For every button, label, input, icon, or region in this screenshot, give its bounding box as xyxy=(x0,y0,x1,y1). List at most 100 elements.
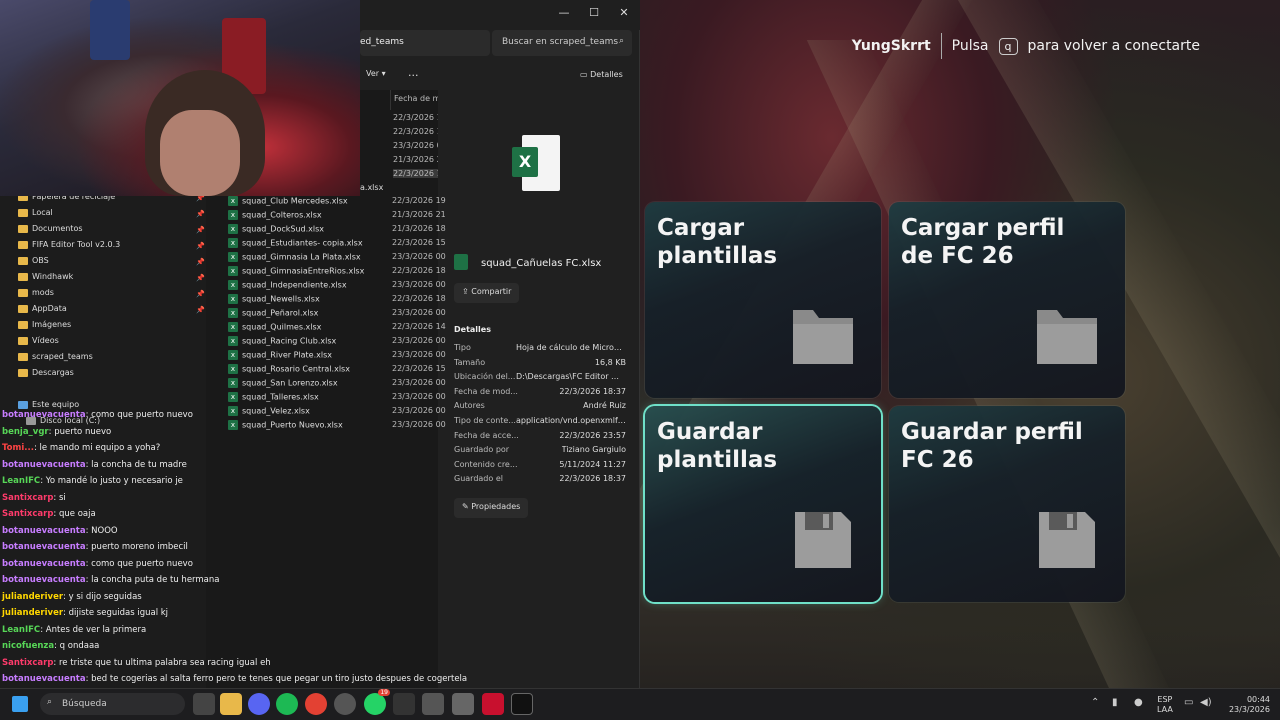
folder-icon xyxy=(18,320,28,329)
folder-icon xyxy=(18,224,28,233)
usb-icon[interactable]: ▮ xyxy=(1112,697,1118,708)
microphone-icon[interactable]: ● xyxy=(1134,697,1143,708)
chat-message: botanuevacuenta: puerto moreno imbecil xyxy=(2,542,188,552)
nav-item-label: scraped_teams xyxy=(32,352,93,361)
gamertag: YungSkrrt xyxy=(851,38,931,54)
file-row[interactable]: x squad_Newells.xlsx 22/3/2026 18 xyxy=(228,294,638,308)
file-date: 21/3/2026 21 xyxy=(392,210,446,219)
nav-item[interactable]: Documentos xyxy=(18,224,83,238)
nav-item[interactable]: scraped_teams xyxy=(18,352,93,366)
chat-text: NOOO xyxy=(91,525,118,536)
taskbar-search[interactable]: ⌕ Búsqueda xyxy=(40,693,185,715)
nav-item-label: Imágenes xyxy=(32,320,72,329)
reconnect-key[interactable]: q xyxy=(998,37,1018,55)
file-row[interactable]: x squad_Quilmes.xlsx 22/3/2026 14 xyxy=(228,322,638,336)
chat-message: julianderiver: y si dijo seguidas xyxy=(2,591,142,602)
excel-file-icon: x xyxy=(228,280,238,290)
detail-row: Fecha de mod... 22/3/2026 18:37 xyxy=(454,387,626,401)
nav-item[interactable]: mods xyxy=(18,288,54,302)
nav-item[interactable]: Vídeos xyxy=(18,336,59,350)
file-date[interactable]: 23/3/2026 00 xyxy=(393,141,438,150)
column-header-date[interactable]: Fecha de mo xyxy=(390,90,438,110)
file-date[interactable]: 22/3/2026 18 xyxy=(393,169,438,178)
excel-file-icon: x xyxy=(228,252,238,262)
start-button[interactable] xyxy=(12,696,28,712)
excel-file-icon: x xyxy=(228,210,238,220)
nav-item[interactable]: OBS xyxy=(18,256,49,270)
volume-icon[interactable]: ◀) xyxy=(1200,697,1212,708)
explorer-titlebar[interactable]: — ☐ ✕ xyxy=(360,0,640,30)
file-row[interactable]: x squad_Peñarol.xlsx 23/3/2026 00 xyxy=(228,308,638,322)
file-row[interactable]: x squad_DockSud.xlsx 21/3/2026 18 xyxy=(228,224,638,238)
file-name: squad_Newells.xlsx xyxy=(242,294,320,304)
detail-value: 16,8 KB xyxy=(594,357,626,367)
terminal-icon[interactable] xyxy=(393,693,415,715)
view-menu-button[interactable]: Ver ▾ xyxy=(366,69,386,78)
maximize-icon[interactable]: ☐ xyxy=(584,6,604,22)
nav-item[interactable]: Windhawk xyxy=(18,272,73,286)
chat-message: LeanIFC: Yo mandé lo justo y necesario j… xyxy=(2,476,183,486)
save-profile-tile[interactable]: Guardar perfil FC 26 xyxy=(889,406,1125,602)
nav-item[interactable]: Local xyxy=(18,208,53,222)
task-view-icon[interactable] xyxy=(193,693,215,715)
save-squads-tile[interactable]: Guardar plantillas xyxy=(645,406,881,602)
file-name[interactable]: a.xlsx xyxy=(360,183,383,192)
folder-icon xyxy=(18,240,28,249)
file-date: 23/3/2026 00 xyxy=(392,350,446,359)
chrome-icon[interactable] xyxy=(305,693,327,715)
file-row[interactable]: x squad_Independiente.xlsx 23/3/2026 00 xyxy=(228,280,638,294)
file-date[interactable]: 22/3/2026 19 xyxy=(393,127,438,136)
share-button[interactable]: ⇪ Compartir xyxy=(454,283,520,303)
app-icon[interactable] xyxy=(452,693,474,715)
whatsapp-icon[interactable]: 19 xyxy=(364,689,390,715)
details-toggle-button[interactable]: ▭ Detalles xyxy=(580,70,623,79)
minimize-icon[interactable]: — xyxy=(554,6,574,22)
file-row[interactable]: x squad_Club Mercedes.xlsx 22/3/2026 19 xyxy=(228,196,638,210)
chat-username: botanuevacuenta xyxy=(2,525,86,536)
app-mm-icon[interactable] xyxy=(482,693,504,715)
address-bar[interactable]: ed_teams xyxy=(360,30,490,56)
wrench-icon: ✎ xyxy=(462,502,472,511)
file-row[interactable]: x squad_Estudiantes- copia.xlsx 22/3/2026 … xyxy=(228,238,638,252)
divider xyxy=(940,33,942,59)
discord-icon[interactable] xyxy=(248,693,270,715)
detail-key: Tipo de conte... xyxy=(454,416,516,425)
more-options-button[interactable]: ... xyxy=(408,66,419,79)
file-name: squad_Racing Club.xlsx xyxy=(242,336,337,346)
nav-item[interactable]: Imágenes xyxy=(18,320,71,334)
file-explorer-taskbar-icon[interactable] xyxy=(220,693,242,715)
detail-value: 5/11/2024 11:27 xyxy=(559,459,626,469)
spotify-icon[interactable] xyxy=(276,693,298,715)
nav-item-label: Documentos xyxy=(32,224,83,233)
close-icon[interactable]: ✕ xyxy=(614,6,634,22)
chat-message: benja_vgr: puerto nuevo xyxy=(2,426,112,437)
language-indicator[interactable]: ESP LAA xyxy=(1157,695,1173,715)
app-fc-icon[interactable] xyxy=(511,693,533,715)
properties-button[interactable]: ✎ Propiedades xyxy=(454,498,529,518)
clock[interactable]: 00:44 23/3/2026 xyxy=(1220,695,1270,715)
tray-chevron-icon[interactable]: ⌃ xyxy=(1091,697,1099,708)
nav-item[interactable]: AppData xyxy=(18,304,67,318)
nav-item[interactable]: FIFA Editor Tool v2.0.3 xyxy=(18,240,120,254)
load-squads-tile[interactable]: Cargar plantillas xyxy=(645,202,881,398)
excel-file-icon: x xyxy=(228,364,238,374)
details-icon: ▭ xyxy=(580,70,591,79)
chat-text: que oaja xyxy=(59,509,96,519)
chat-message: Santixcarp: re triste que tu ultima pala… xyxy=(2,657,271,668)
obs-icon[interactable] xyxy=(334,693,356,715)
file-date: 22/3/2026 18 xyxy=(392,266,446,275)
chat-username: julianderiver xyxy=(2,591,64,602)
detail-row: Contenido cre... 5/11/2024 11:27 xyxy=(454,460,626,474)
chat-message: julianderiver: dijiste seguidas igual kj xyxy=(2,608,169,618)
controller-icon[interactable] xyxy=(422,693,444,715)
chat-text: y si dijo seguidas xyxy=(68,591,142,602)
load-profile-tile[interactable]: Cargar perfil de FC 26 xyxy=(889,202,1125,398)
file-date[interactable]: 21/3/2026 20 xyxy=(393,155,438,164)
search-input[interactable]: Buscar en scraped_teams ⌕ xyxy=(492,30,632,56)
nav-item[interactable]: Descargas xyxy=(18,368,74,382)
file-date[interactable]: 22/3/2026 19 xyxy=(393,113,438,122)
folder-icon xyxy=(18,288,28,297)
file-row[interactable]: x squad_Colteros.xlsx 21/3/2026 21 xyxy=(228,210,638,224)
network-icon[interactable]: ▭ xyxy=(1184,697,1193,708)
nav-item-label: FIFA Editor Tool v2.0.3 xyxy=(32,240,121,249)
